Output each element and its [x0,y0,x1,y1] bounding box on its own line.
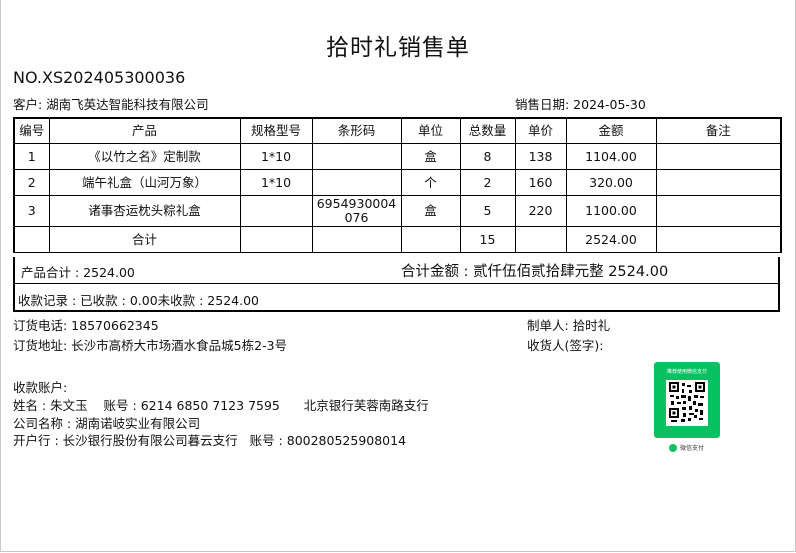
total-quantity: 15 [459,226,516,253]
order-number: NO.XS202405300036 [13,68,186,87]
cell-unit: 盒 [400,143,461,170]
wechat-pay-brand: 微信支付 [669,443,704,452]
col-header-unit: 单位 [400,117,461,144]
wechat-pay-icon [669,443,677,452]
col-header-no: 编号 [13,117,50,144]
col-header-remark: 备注 [655,117,782,144]
qr-code [666,380,708,426]
cell-product: 《以竹之名》定制款 [48,143,241,170]
order-address: 订货地址: 长沙市高桥大市场酒水食品城5栋2-3号 [13,338,288,353]
cell-remark [655,195,782,227]
cell-unit: 盒 [400,195,461,227]
cell-quantity: 5 [459,195,516,227]
table-header-row: 编号 产品 规格型号 条形码 单位 总数量 单价 金额 备注 [13,117,782,144]
order-phone: 订货电话: 18570662345 [13,318,159,333]
cell-empty [400,226,461,253]
cell-amount: 1100.00 [565,195,657,227]
maker: 制单人: 拾时礼 [527,318,611,333]
cell-price: 220 [514,195,567,227]
cell-price: 138 [514,143,567,170]
cell-quantity: 2 [459,169,516,196]
totals-box: 产品合计 : 2524.00 合计金额 : 贰仟伍佰贰拾肆元整 2524.00 [13,257,780,284]
cell-empty [514,226,567,253]
account-personal: 姓名 : 朱文玉 账号 : 6214 6850 7123 7595 北京银行芙蓉… [13,398,429,413]
cell-price: 160 [514,169,567,196]
col-header-spec: 规格型号 [239,117,313,144]
cell-empty [239,226,313,253]
accounts-label: 收款账户: [13,380,68,395]
total-label: 合计 [48,226,241,253]
cell-barcode [311,169,402,196]
payment-record-box: 收款记录 : 已收款 : 0.00未收款 : 2524.00 [13,284,780,312]
cell-empty [311,226,402,253]
cell-remark [655,169,782,196]
col-header-product: 产品 [48,117,241,144]
cell-amount: 320.00 [565,169,657,196]
cell-barcode [311,143,402,170]
cell-spec [239,195,313,227]
grand-total: 合计金额 : 贰仟伍佰贰拾肆元整 2524.00 [401,264,669,280]
cell-product: 诸事杏运枕头粽礼盒 [48,195,241,227]
receiver-signature: 收货人(签字): [527,338,604,353]
cell-empty [655,226,782,253]
cell-amount: 1104.00 [565,143,657,170]
table-row: 3 诸事杏运枕头粽礼盒 6954930004076 盒 5 220 1100.0… [13,195,782,227]
col-header-quantity: 总数量 [459,117,516,144]
cell-quantity: 8 [459,143,516,170]
document-title: 拾时礼销售单 [326,35,470,61]
cell-no: 3 [13,195,50,227]
account-bank: 开户行 : 长沙银行股份有限公司暮云支行 账号 : 80028052590801… [13,433,407,448]
table-row: 1 《以竹之名》定制款 1*10 盒 8 138 1104.00 [13,143,782,170]
customer-name: 客户: 湖南飞英达智能科技有限公司 [13,97,209,112]
wechat-pay-label: 微信支付 [680,445,705,452]
cell-no: 2 [13,169,50,196]
table-row: 2 端午礼盒（山河万象） 1*10 个 2 160 320.00 [13,169,782,196]
cell-no: 1 [13,143,50,170]
cell-unit: 个 [400,169,461,196]
cell-empty [13,226,50,253]
table-total-row: 合计 15 2524.00 [13,226,782,253]
wechat-pay-card: 推荐使用微信支付 [654,362,720,438]
cell-barcode: 6954930004076 [311,195,402,227]
product-total: 产品合计 : 2524.00 [21,265,135,280]
items-table: 编号 产品 规格型号 条形码 单位 总数量 单价 金额 备注 1 《以竹之名》定… [13,117,782,253]
col-header-barcode: 条形码 [311,117,402,144]
sale-date: 销售日期: 2024-05-30 [515,97,646,112]
col-header-amount: 金额 [565,117,657,144]
payment-record: 收款记录 : 已收款 : 0.00未收款 : 2524.00 [18,293,259,308]
qr-code-pattern [669,382,705,422]
col-header-price: 单价 [514,117,567,144]
cell-spec: 1*10 [239,143,313,170]
qr-card-header: 推荐使用微信支付 [666,369,707,375]
cell-product: 端午礼盒（山河万象） [48,169,241,196]
cell-spec: 1*10 [239,169,313,196]
total-amount: 2524.00 [565,226,657,253]
cell-remark [655,143,782,170]
